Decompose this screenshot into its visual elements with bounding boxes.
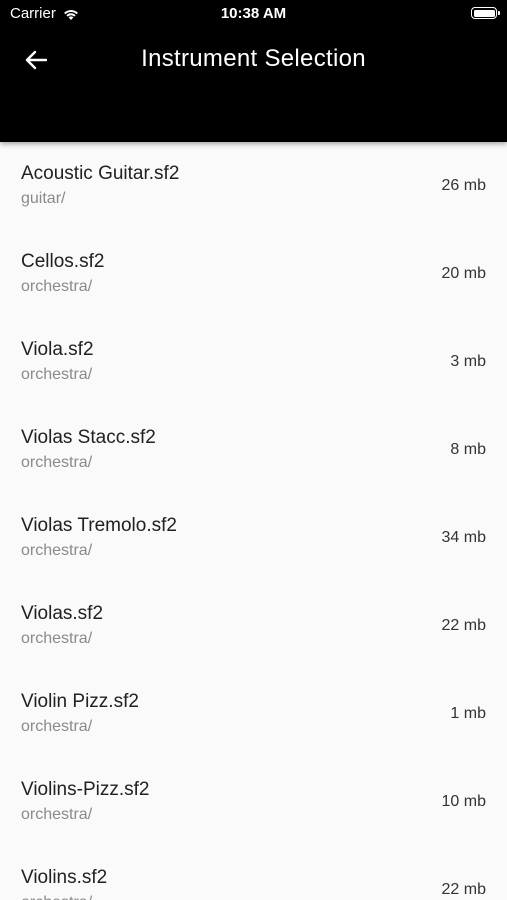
instrument-name: Violas Tremolo.sf2: [21, 515, 177, 536]
instrument-name: Violas Stacc.sf2: [21, 427, 156, 448]
instrument-path: orchestra/: [21, 366, 93, 383]
instrument-path: orchestra/: [21, 454, 93, 471]
instrument-size: 1 mb: [450, 705, 486, 722]
status-time: 10:38 AM: [220, 5, 287, 22]
instrument-row[interactable]: Violas Tremolo.sf2 orchestra/34 mb: [0, 494, 507, 582]
instrument-path: guitar/: [21, 190, 66, 207]
instrument-selection-screen: Carrier 10:38 AM Instrument Selection Ac…: [0, 0, 507, 900]
instrument-row[interactable]: Violins-Pizz.sf2 orchestra/10 mb: [0, 758, 507, 846]
instrument-list: Acoustic Guitar.sf2 guitar/26 mb Cellos.sf…: [0, 142, 507, 900]
instrument-path: orchestra/: [21, 542, 93, 559]
instrument-name: Acoustic Guitar.sf2: [21, 163, 180, 184]
instrument-size: 22 mb: [441, 881, 486, 898]
status-bar: Carrier 10:38 AM: [0, 0, 507, 28]
app-bar: Carrier 10:38 AM Instrument Selection: [0, 0, 507, 142]
instrument-size: 26 mb: [441, 177, 486, 194]
instrument-row[interactable]: Acoustic Guitar.sf2 guitar/26 mb: [0, 142, 507, 230]
instrument-name: Violins-Pizz.sf2: [21, 779, 150, 800]
instrument-path: orchestra/: [21, 806, 93, 823]
instrument-size: 8 mb: [450, 441, 486, 458]
instrument-name: Violas.sf2: [21, 603, 104, 624]
instrument-size: 34 mb: [441, 529, 486, 546]
instrument-row[interactable]: Violin Pizz.sf2 orchestra/1 mb: [0, 670, 507, 758]
instrument-path: orchestra/: [21, 278, 93, 295]
instrument-size: 3 mb: [450, 353, 486, 370]
instrument-row[interactable]: Viola.sf2 orchestra/3 mb: [0, 318, 507, 406]
instrument-row[interactable]: Violas Stacc.sf2 orchestra/8 mb: [0, 406, 507, 494]
instrument-name: Violins.sf2: [21, 867, 108, 888]
instrument-size: 20 mb: [441, 265, 486, 282]
instrument-row[interactable]: Violas.sf2 orchestra/22 mb: [0, 582, 507, 670]
instrument-path: orchestra/: [21, 718, 93, 735]
instrument-size: 10 mb: [441, 793, 486, 810]
instrument-row[interactable]: Violins.sf2 orchestra/22 mb: [0, 846, 507, 900]
instrument-row[interactable]: Cellos.sf2 orchestra/20 mb: [0, 230, 507, 318]
battery-icon: [471, 7, 500, 19]
instrument-name: Violin Pizz.sf2: [21, 691, 139, 712]
instrument-name: Viola.sf2: [21, 339, 94, 360]
instrument-path: orchestra/: [21, 894, 92, 900]
instrument-size: 22 mb: [441, 617, 486, 634]
battery-level: [473, 9, 495, 17]
page-title: Instrument Selection: [141, 45, 366, 72]
instrument-path: orchestra/: [21, 630, 93, 647]
instrument-name: Cellos.sf2: [21, 251, 105, 272]
